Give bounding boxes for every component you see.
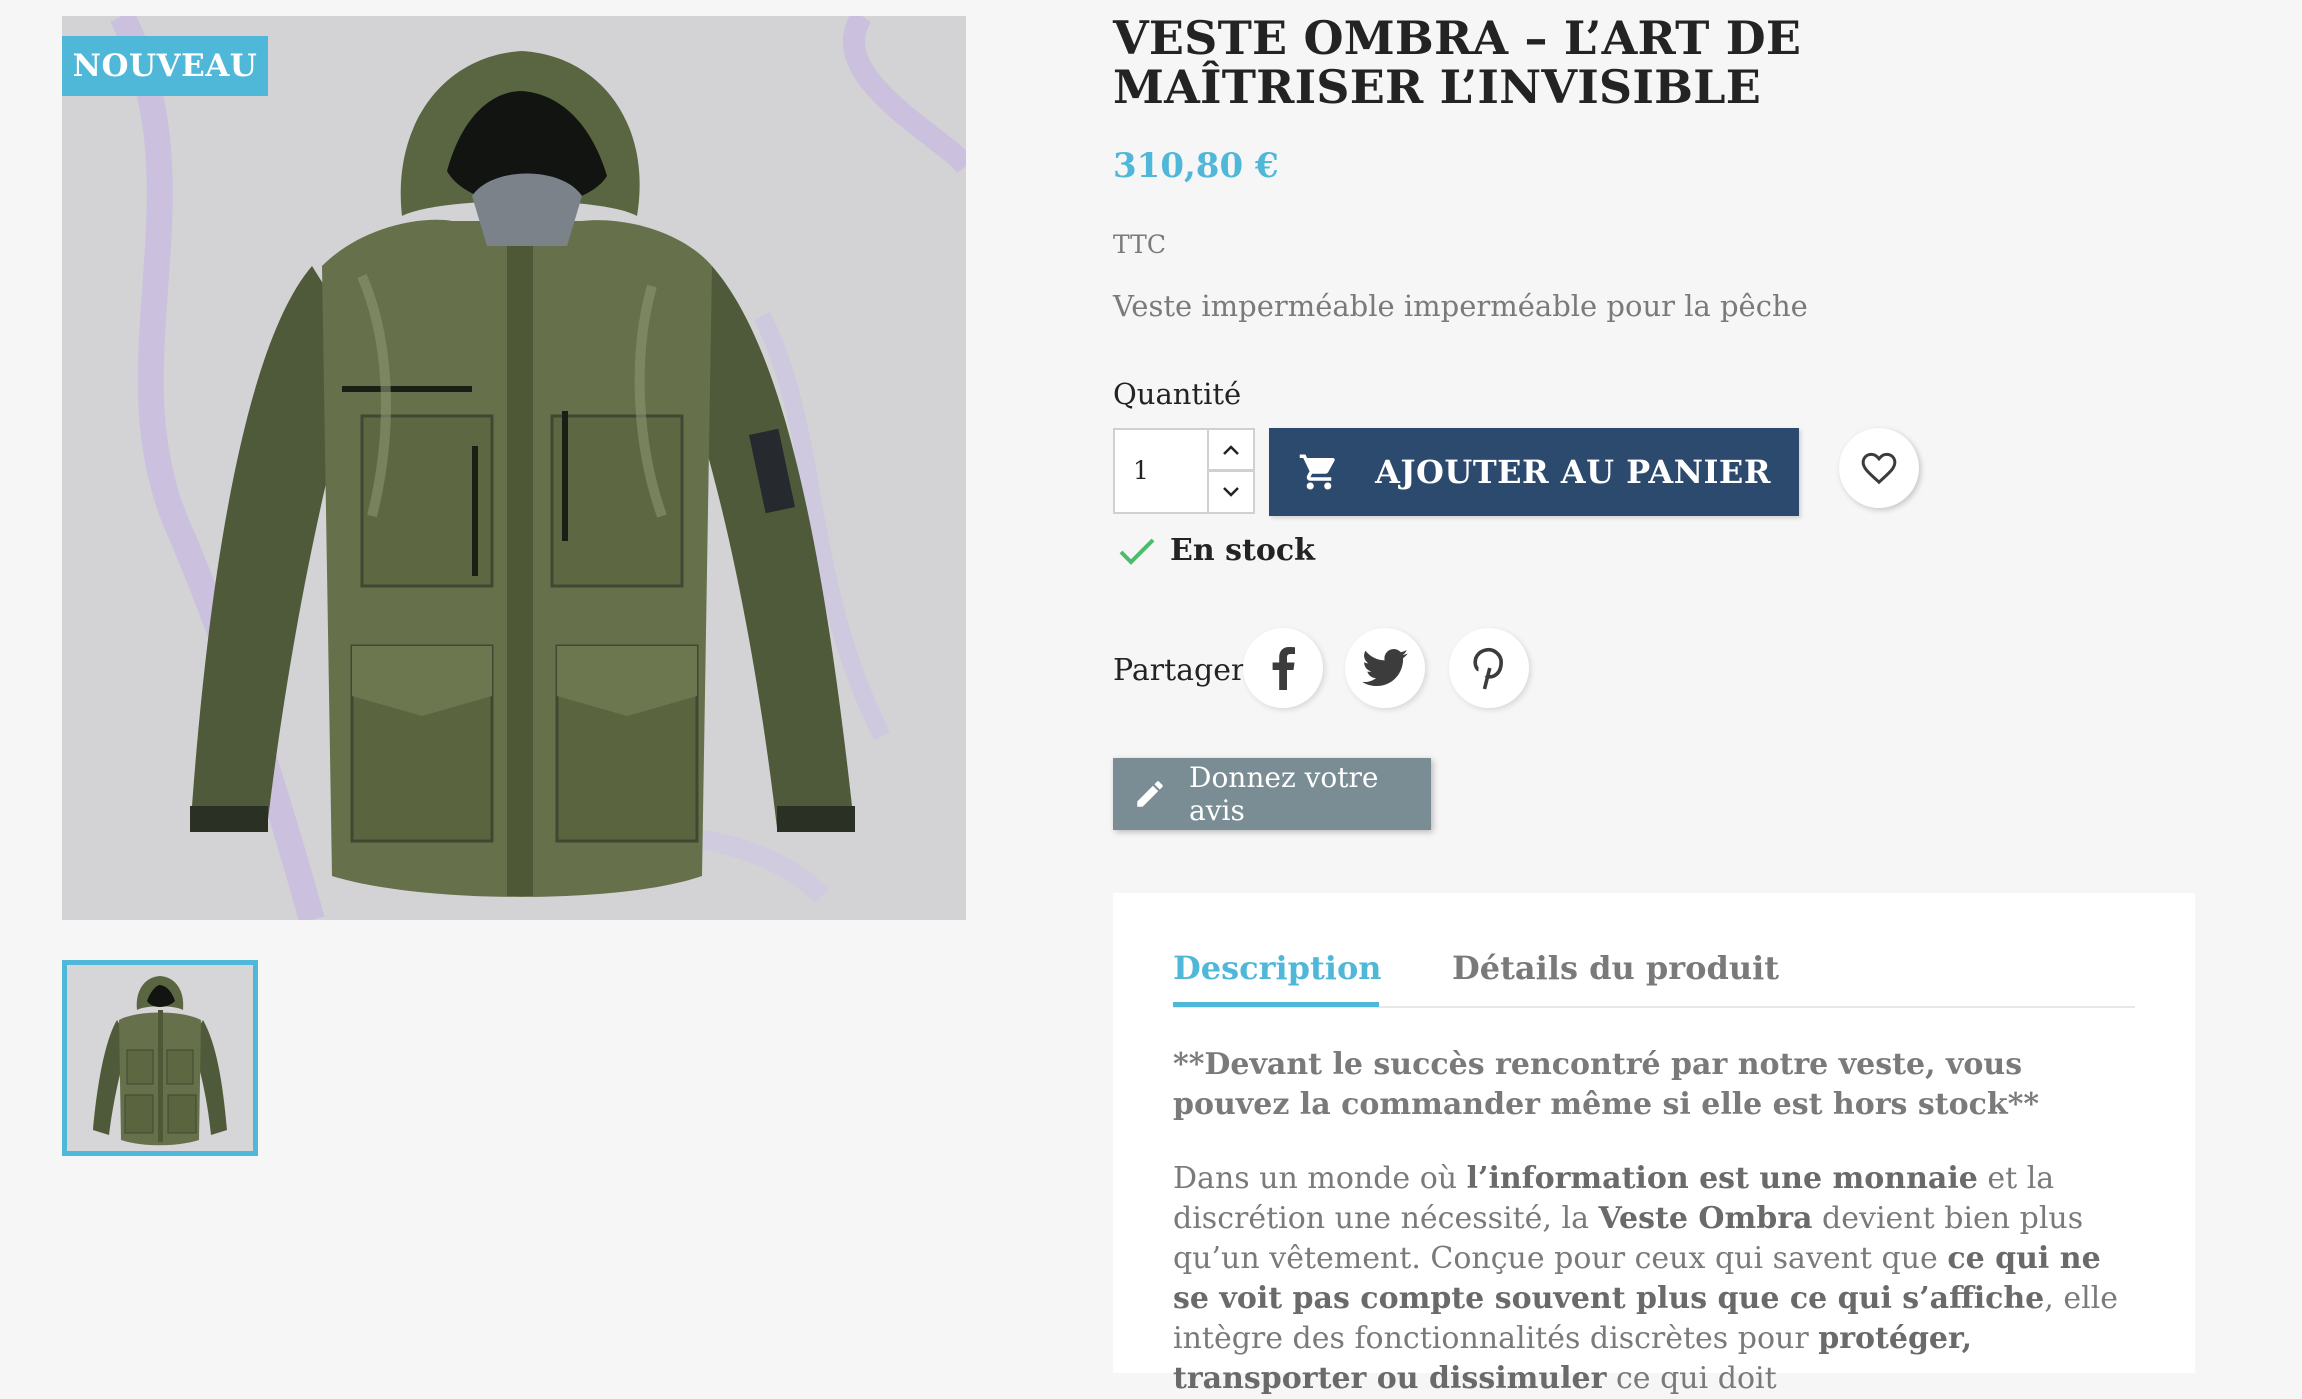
add-to-cart-label: AJOUTER AU PANIER: [1375, 453, 1771, 491]
product-short-description: Veste imperméable imperméable pour la pê…: [1113, 289, 1808, 323]
heart-icon: [1861, 452, 1897, 485]
description-body: Dans un monde où l’information est une m…: [1173, 1161, 2119, 1396]
stock-status: En stock: [1170, 533, 1315, 568]
add-to-cart-button[interactable]: AJOUTER AU PANIER: [1269, 428, 1799, 516]
facebook-icon: [1272, 647, 1295, 690]
product-tabs-panel: Description Détails du produit **Devant …: [1113, 893, 2195, 1396]
quantity-input[interactable]: 1: [1113, 428, 1209, 514]
share-label: Partager: [1113, 653, 1246, 688]
description-lead: **Devant le succès rencontré par notre v…: [1173, 1047, 2040, 1122]
twitter-icon: [1362, 649, 1408, 687]
pencil-icon: [1133, 777, 1167, 811]
check-icon: [1118, 537, 1156, 571]
product-title: VESTE OMBRA – L’ART DE MAÎTRISER L’INVIS…: [1113, 11, 1802, 114]
quantity-label: Quantité: [1113, 377, 1242, 411]
tab-product-details[interactable]: Détails du produit: [1452, 949, 1779, 1007]
wishlist-button[interactable]: [1839, 428, 1919, 508]
quantity-decrease-button[interactable]: [1209, 471, 1255, 514]
shopping-cart-icon: [1297, 451, 1341, 493]
jacket-thumbnail-image: [67, 965, 253, 1151]
chevron-up-icon: [1223, 444, 1239, 455]
facebook-share-button[interactable]: [1243, 628, 1323, 708]
product-main-image[interactable]: [62, 16, 966, 920]
quantity-increase-button[interactable]: [1209, 428, 1255, 471]
write-review-label: Donnez votre avis: [1189, 761, 1379, 827]
twitter-share-button[interactable]: [1345, 628, 1425, 708]
product-price: 310,80 €: [1113, 146, 1279, 186]
chevron-down-icon: [1223, 487, 1239, 497]
pinterest-share-button[interactable]: [1449, 628, 1529, 708]
write-review-button[interactable]: Donnez votre avis: [1113, 758, 1431, 830]
tax-label: TTC: [1113, 230, 1166, 259]
product-thumbnail[interactable]: [62, 960, 258, 1156]
jacket-image: [62, 16, 966, 920]
tab-description[interactable]: Description: [1173, 949, 1382, 1007]
pinterest-icon: [1473, 647, 1503, 690]
active-tab-indicator: [1173, 1002, 1379, 1007]
new-badge: NOUVEAU: [62, 36, 268, 96]
